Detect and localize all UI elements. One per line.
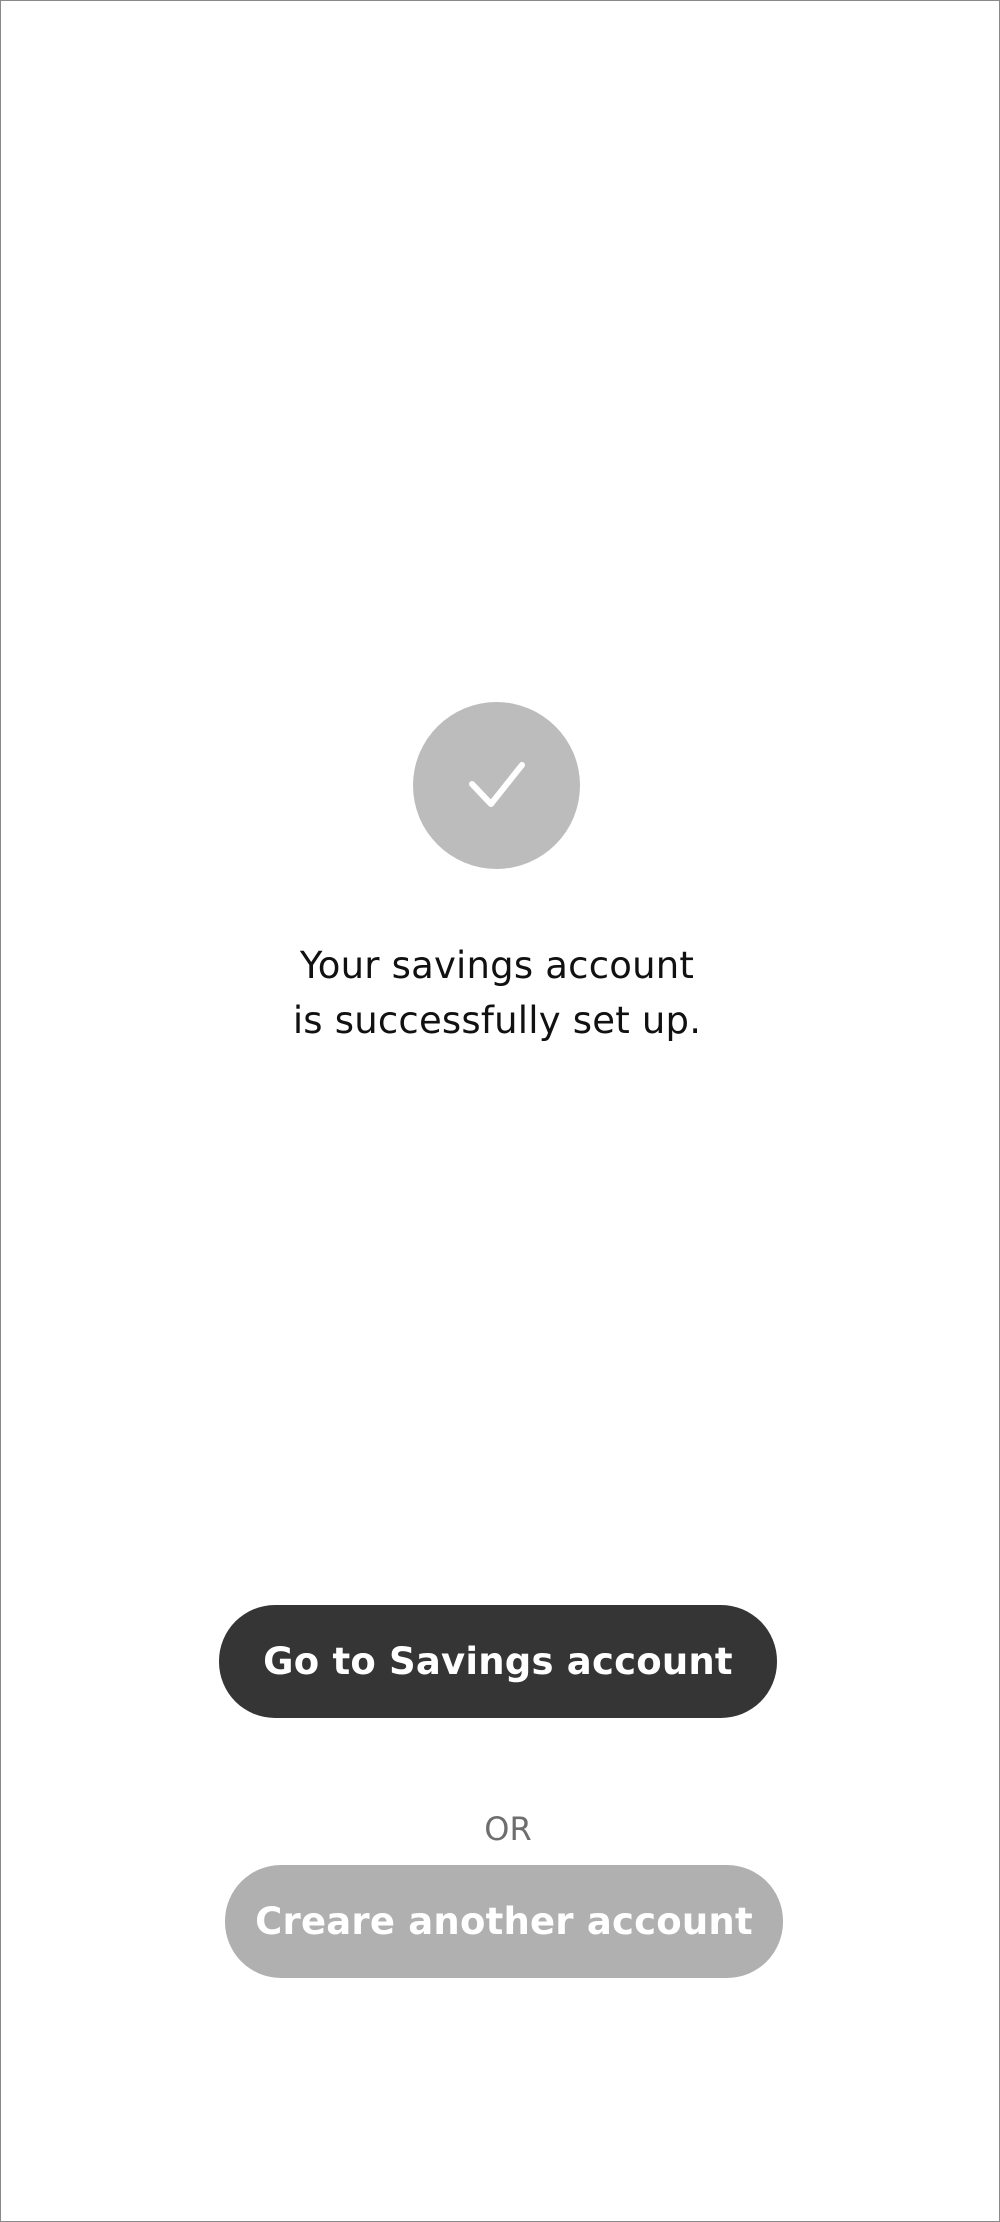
success-message: Your savings account is successfully set… <box>201 938 793 1048</box>
success-message-line-1: Your savings account <box>299 944 695 987</box>
go-to-savings-account-button[interactable]: Go to Savings account <box>219 1605 777 1718</box>
or-divider-label: OR <box>484 1810 532 1848</box>
success-badge <box>413 702 580 869</box>
success-screen: Your savings account is successfully set… <box>0 0 1000 2222</box>
create-another-account-button[interactable]: Creare another account <box>225 1865 783 1978</box>
success-message-line-2: is successfully set up. <box>292 999 702 1042</box>
checkmark-icon <box>468 761 525 807</box>
